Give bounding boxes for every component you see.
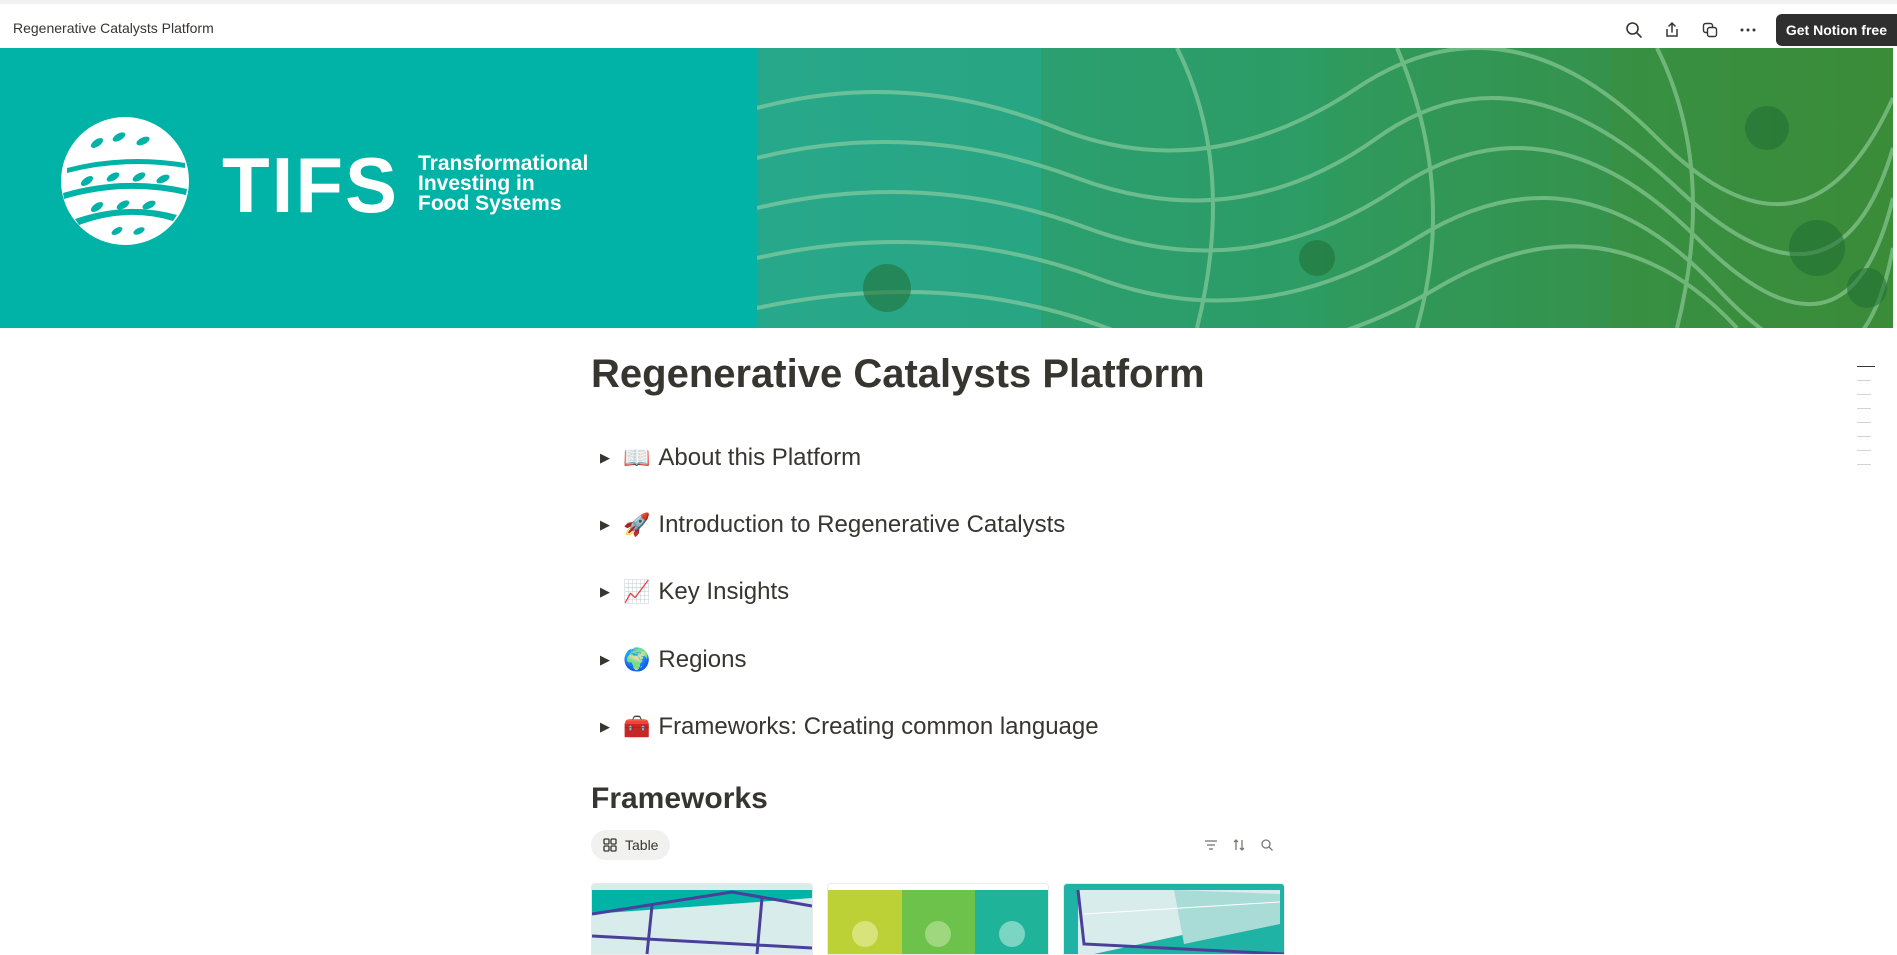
card-cover-image	[592, 884, 812, 954]
logo-tagline: Transformational Investing in Food Syste…	[418, 152, 589, 215]
get-notion-free-button[interactable]: Get Notion free	[1775, 14, 1897, 46]
toggle-label: Frameworks: Creating common language	[658, 713, 1099, 740]
toolbox-icon: 🧰	[623, 714, 651, 739]
logo-tagline-line: Food Systems	[418, 192, 562, 215]
gallery-card[interactable]	[1063, 883, 1285, 955]
sort-icon	[1233, 839, 1245, 851]
page-title[interactable]: Regenerative Catalysts Platform	[591, 352, 1205, 397]
toggle-about-platform[interactable]: ▶ 📖 About this Platform	[591, 441, 861, 475]
database-title[interactable]: Frameworks	[591, 782, 768, 816]
toggle-label: About this Platform	[658, 444, 862, 471]
filter-icon	[1205, 840, 1217, 850]
cover-brand-panel: TIFS Transformational Investing in Food …	[0, 48, 757, 328]
book-icon: 📖	[623, 445, 651, 470]
outline-line[interactable]	[1857, 450, 1871, 451]
toggle-arrow-icon[interactable]: ▶	[593, 652, 617, 668]
duplicate-icon	[1702, 22, 1718, 38]
page-cover: TIFS Transformational Investing in Food …	[0, 48, 1893, 328]
more-icon	[1740, 28, 1756, 32]
toggle-frameworks[interactable]: ▶ 🧰 Frameworks: Creating common language	[591, 710, 1099, 744]
globe-icon: 🌍	[623, 647, 651, 672]
search-icon	[1626, 22, 1642, 38]
toggle-introduction[interactable]: ▶ 🚀 Introduction to Regenerative Catalys…	[591, 508, 1065, 542]
toggle-arrow-icon[interactable]: ▶	[593, 517, 617, 533]
outline-line[interactable]	[1857, 408, 1871, 409]
tifs-globe-logo	[61, 117, 189, 245]
table-of-contents-outline[interactable]	[1857, 366, 1875, 478]
toggle-label: Regions	[658, 646, 747, 673]
logo-tagline-line: Investing in	[418, 172, 535, 195]
top-actions: Get Notion free	[1610, 14, 1897, 46]
logo-tagline-line: Transformational	[418, 152, 589, 175]
sort-button[interactable]	[1225, 833, 1253, 857]
toggle-label: Key Insights	[658, 578, 790, 605]
view-tab-label: Table	[625, 837, 659, 853]
search-icon	[1261, 839, 1273, 851]
logo-wordmark: TIFS	[222, 141, 399, 229]
search-button[interactable]	[1620, 16, 1648, 44]
outline-line[interactable]	[1857, 380, 1871, 381]
toggle-arrow-icon[interactable]: ▶	[593, 450, 617, 466]
view-tab-table[interactable]: Table	[591, 830, 671, 860]
filter-button[interactable]	[1197, 833, 1225, 857]
outline-line[interactable]	[1857, 464, 1871, 465]
card-cover-image	[828, 884, 1048, 954]
share-button[interactable]	[1658, 16, 1686, 44]
toggle-regions[interactable]: ▶ 🌍 Regions	[591, 643, 746, 677]
card-cover-image	[1064, 884, 1284, 954]
breadcrumb-page-title[interactable]: Regenerative Catalysts Platform	[13, 20, 214, 36]
top-bar: Regenerative Catalysts Platform Get Noti…	[0, 0, 1897, 48]
toggle-label: Introduction to Regenerative Catalysts	[658, 511, 1066, 538]
gallery-icon	[603, 838, 617, 852]
gallery-card[interactable]	[591, 883, 813, 955]
toggle-key-insights[interactable]: ▶ 📈 Key Insights	[591, 575, 789, 609]
outline-line[interactable]	[1857, 394, 1871, 395]
duplicate-button[interactable]	[1696, 16, 1724, 44]
share-icon	[1666, 22, 1678, 37]
outline-line[interactable]	[1857, 422, 1871, 423]
chart-increasing-icon: 📈	[623, 579, 651, 604]
more-button[interactable]	[1734, 16, 1762, 44]
toggle-arrow-icon[interactable]: ▶	[593, 584, 617, 600]
gallery-card[interactable]	[827, 883, 1049, 955]
rocket-icon: 🚀	[623, 512, 651, 537]
database-search-button[interactable]	[1253, 833, 1281, 857]
toggle-arrow-icon[interactable]: ▶	[593, 719, 617, 735]
outline-line[interactable]	[1857, 436, 1871, 437]
outline-line[interactable]	[1857, 366, 1875, 367]
database-tools	[1197, 833, 1281, 857]
rice-terrace-photo	[757, 48, 1893, 328]
